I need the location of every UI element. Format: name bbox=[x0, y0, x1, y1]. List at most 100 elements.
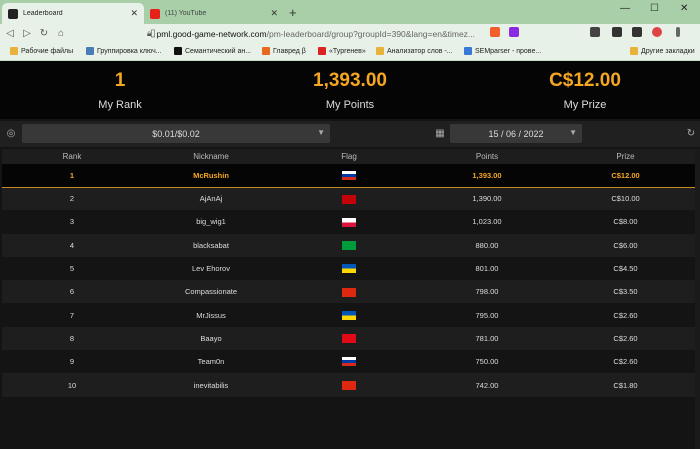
points-cell: 801.00 bbox=[418, 256, 556, 281]
flag-icon-ua bbox=[342, 310, 356, 320]
calendar-icon[interactable]: ▦ bbox=[432, 124, 448, 143]
column-header-points[interactable]: Points bbox=[418, 149, 556, 164]
site-icon bbox=[262, 47, 270, 55]
rank-cell: 9 bbox=[2, 350, 142, 374]
date-select[interactable]: 15 / 06 / 2022 ▼ bbox=[450, 124, 582, 143]
column-header-nickname[interactable]: Nickname bbox=[142, 149, 280, 164]
rank-cell: 7 bbox=[2, 303, 142, 327]
chevron-down-icon: ▼ bbox=[317, 128, 325, 137]
reload-icon[interactable]: ↻ bbox=[37, 28, 51, 39]
leaderboard-table: Rank Nickname Flag Points Prize 1 McRushi… bbox=[2, 149, 695, 397]
tab-leaderboard[interactable]: Leaderboard ✕ bbox=[2, 3, 144, 24]
prize-cell: C$6.00 bbox=[556, 233, 695, 257]
bookmarks-bar: Рабочие файлы Группировка ключ... Семант… bbox=[0, 43, 700, 61]
bookmark-item[interactable]: SEMparser - прове... bbox=[464, 47, 541, 55]
flag-icon-me bbox=[342, 194, 356, 204]
prize-cell: C$4.50 bbox=[556, 256, 695, 281]
column-header-prize[interactable]: Prize bbox=[556, 149, 695, 164]
flag-cell bbox=[280, 210, 418, 234]
my-prize-stat: C$12.00 My Prize bbox=[505, 69, 665, 111]
brave-shield-icon[interactable] bbox=[490, 27, 500, 37]
bookmark-label: Группировка ключ... bbox=[97, 47, 162, 55]
points-cell: 1,390.00 bbox=[418, 187, 556, 211]
tab-youtube[interactable]: (11) YouTube ✕ bbox=[144, 3, 284, 24]
profile-icon[interactable] bbox=[652, 27, 662, 37]
flag-cell bbox=[280, 164, 418, 188]
site-icon bbox=[86, 47, 94, 55]
minimize-icon[interactable]: — bbox=[620, 3, 630, 14]
table-row[interactable]: 10 inevitabilis 742.00 C$1.80 bbox=[2, 373, 695, 397]
close-tab-icon[interactable]: ✕ bbox=[270, 8, 278, 19]
points-cell: 1,393.00 bbox=[418, 164, 556, 188]
flag-icon-ua bbox=[342, 264, 356, 274]
nickname-cell: MrJissus bbox=[142, 303, 280, 327]
prize-cell: C$2.60 bbox=[556, 303, 695, 327]
poker-chip-icon: ◎ bbox=[6, 128, 16, 139]
table-row[interactable]: 3 big_wig1 1,023.00 C$8.00 bbox=[2, 210, 695, 234]
flag-cell bbox=[280, 303, 418, 327]
nickname-cell: Lev Ehorov bbox=[142, 256, 280, 281]
prize-cell: C$2.60 bbox=[556, 350, 695, 374]
stakes-select[interactable]: $0.01/$0.02 ▼ bbox=[22, 124, 330, 143]
table-row[interactable]: 6 Compassionate 798.00 C$3.50 bbox=[2, 280, 695, 304]
chevron-down-icon: ▼ bbox=[569, 128, 577, 137]
bookmark-item[interactable]: Анализатор слов -... bbox=[376, 47, 453, 55]
rank-cell: 10 bbox=[2, 373, 142, 397]
table-row[interactable]: 4 blacksabat 880.00 C$6.00 bbox=[2, 233, 695, 257]
site-icon bbox=[376, 47, 384, 55]
nickname-cell: big_wig1 bbox=[142, 210, 280, 234]
leaderboard-rows: 1 McRushin 1,393.00 C$12.00 2 AjAnAj 1,390.00 C… bbox=[2, 164, 695, 397]
bookmark-label: Анализатор слов -... bbox=[387, 47, 453, 55]
nickname-cell: Baayo bbox=[142, 326, 280, 351]
points-cell: 795.00 bbox=[418, 303, 556, 327]
rank-cell: 8 bbox=[2, 326, 142, 351]
url-path: /pm-leaderboard/group?groupId=390&lang=e… bbox=[266, 28, 476, 39]
url-field[interactable]: 🔒︎ pml.good-game-network.com/pm-leaderbo… bbox=[147, 26, 487, 41]
my-rank-label: My Rank bbox=[98, 99, 142, 111]
bookmark-item[interactable]: Главред β bbox=[262, 47, 306, 55]
settings-menu-icon[interactable] bbox=[676, 27, 680, 37]
table-row[interactable]: 8 Baayo 781.00 C$2.60 bbox=[2, 326, 695, 351]
table-row[interactable]: 2 AjAnAj 1,390.00 C$10.00 bbox=[2, 187, 695, 211]
flag-icon-ru bbox=[342, 357, 356, 367]
menu-list-icon[interactable] bbox=[632, 27, 642, 37]
prize-cell: C$8.00 bbox=[556, 210, 695, 234]
prize-cell: C$1.80 bbox=[556, 373, 695, 397]
column-header-rank[interactable]: Rank bbox=[2, 149, 142, 164]
prize-cell: C$12.00 bbox=[556, 164, 695, 188]
scrollbar[interactable] bbox=[695, 149, 700, 449]
forward-icon[interactable]: ▷ bbox=[20, 28, 34, 39]
flag-cell bbox=[280, 256, 418, 281]
stats-header: 1 My Rank 1,393.00 My Points C$12.00 My … bbox=[0, 61, 700, 119]
close-window-icon[interactable]: ✕ bbox=[680, 3, 688, 14]
extension-icon[interactable] bbox=[590, 27, 600, 37]
bookmark-label: Главред β bbox=[273, 47, 306, 55]
site-icon bbox=[174, 47, 182, 55]
brave-rewards-icon[interactable] bbox=[509, 27, 519, 37]
nickname-cell: Team0n bbox=[142, 350, 280, 374]
rank-cell: 5 bbox=[2, 256, 142, 281]
table-row[interactable]: 5 Lev Ehorov 801.00 C$4.50 bbox=[2, 256, 695, 281]
maximize-icon[interactable]: ☐ bbox=[650, 3, 659, 14]
rank-cell: 1 bbox=[2, 164, 142, 188]
close-tab-icon[interactable]: ✕ bbox=[130, 8, 138, 19]
back-icon[interactable]: ◁ bbox=[3, 28, 17, 39]
table-row[interactable]: 7 MrJissus 795.00 C$2.60 bbox=[2, 303, 695, 327]
column-header-flag[interactable]: Flag bbox=[280, 149, 418, 164]
folder-icon bbox=[630, 47, 638, 55]
bookmark-item[interactable]: Семантический ан... bbox=[174, 47, 251, 55]
bookmark-item[interactable]: Другие закладки bbox=[630, 47, 695, 55]
home-icon[interactable]: ⌂ bbox=[54, 28, 68, 39]
new-tab-icon[interactable]: + bbox=[289, 5, 297, 20]
puzzle-icon[interactable] bbox=[612, 27, 622, 37]
bookmark-item[interactable]: «Тургенев» bbox=[318, 47, 366, 55]
my-points-value: 1,393.00 bbox=[313, 70, 387, 91]
bookmark-item[interactable]: Рабочие файлы bbox=[10, 47, 73, 55]
refresh-icon[interactable]: ↻ bbox=[683, 124, 699, 143]
table-row[interactable]: 9 Team0n 750.00 C$2.60 bbox=[2, 350, 695, 374]
flag-icon-ru bbox=[342, 171, 356, 180]
url-host: pml.good-game-network.com bbox=[156, 28, 267, 39]
table-row[interactable]: 1 McRushin 1,393.00 C$12.00 bbox=[2, 164, 695, 188]
bookmark-item[interactable]: Группировка ключ... bbox=[86, 47, 162, 55]
flag-icon-pl bbox=[342, 217, 356, 227]
